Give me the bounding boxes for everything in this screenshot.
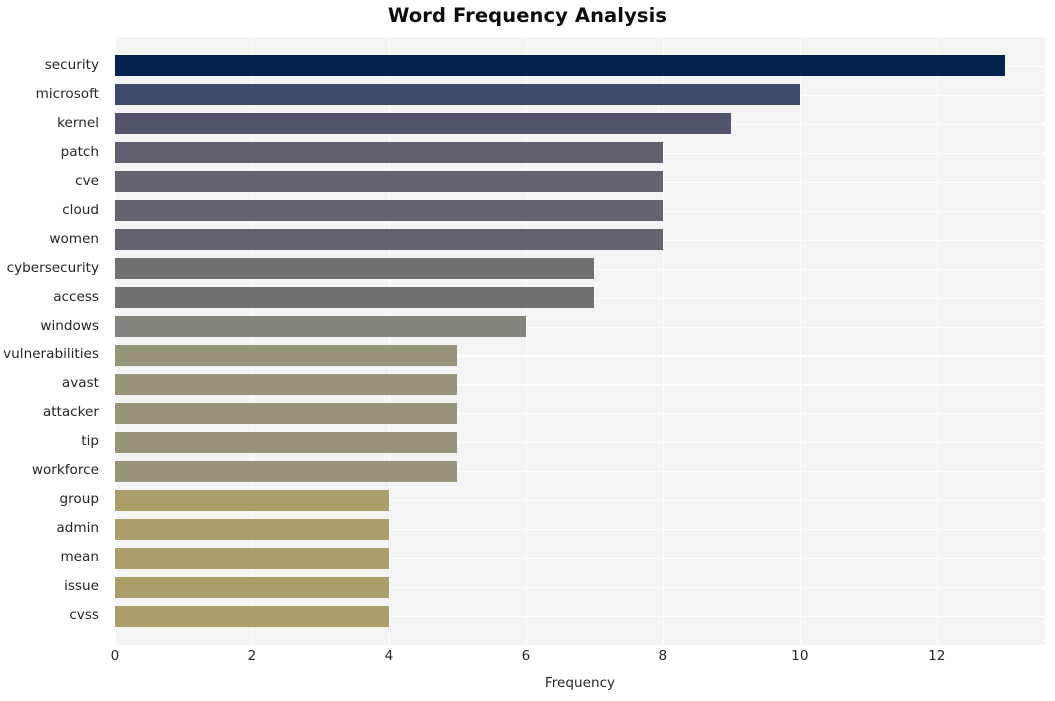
y-axis-tick-label: kernel	[57, 114, 99, 131]
y-axis-tick-label: cve	[75, 172, 99, 189]
x-axis-title: Frequency	[544, 675, 616, 691]
y-axis-tick-label: tip	[81, 433, 99, 450]
y-axis-tick-label: attacker	[42, 404, 99, 421]
bar	[115, 518, 389, 540]
x-axis-tick-label: 8	[658, 648, 668, 664]
x-axis-tick-label: 2	[247, 648, 257, 664]
bar	[115, 171, 663, 193]
y-axis-tick-label: cybersecurity	[6, 259, 99, 276]
y-axis-tick-label: avast	[61, 375, 99, 392]
y-axis-tick-label: workforce	[31, 462, 99, 479]
y-axis-tick-label: mean	[60, 549, 99, 566]
bar	[115, 229, 663, 251]
bar	[115, 373, 458, 395]
bar	[115, 55, 1006, 77]
bar	[115, 84, 800, 106]
bar	[115, 287, 595, 309]
y-axis-tick-label: group	[59, 491, 99, 508]
y-axis-tick-label: patch	[60, 143, 99, 160]
bar	[115, 576, 389, 598]
bar	[115, 142, 663, 164]
y-axis-tick-label: women	[49, 230, 99, 247]
bar	[115, 402, 458, 424]
bar	[115, 489, 389, 511]
y-axis-tick-label: vulnerabilities	[3, 346, 99, 363]
bar	[115, 113, 732, 135]
x-axis-tick-label: 6	[521, 648, 531, 664]
page-title: Word Frequency Analysis	[387, 4, 668, 27]
x-axis-tick-label: 10	[791, 648, 809, 664]
y-axis-tick-label: admin	[56, 520, 99, 537]
y-axis-tick-label: issue	[64, 578, 99, 595]
plot-area	[115, 37, 1045, 645]
bar	[115, 431, 458, 453]
bar	[115, 547, 389, 569]
y-axis-tick-label: microsoft	[35, 85, 99, 102]
bar	[115, 316, 526, 338]
y-axis-tick-label: security	[44, 56, 99, 73]
gridline-vertical	[799, 37, 802, 645]
bar	[115, 258, 595, 280]
bar	[115, 605, 389, 627]
chart-figure: Word Frequency Analysis security microsof…	[0, 0, 1055, 701]
y-axis-tick-label: windows	[40, 317, 99, 334]
y-axis-tick-label: cloud	[62, 201, 99, 218]
gridline-vertical	[936, 37, 938, 645]
y-axis-tick-label: access	[53, 288, 99, 305]
x-axis-tick-label: 12	[928, 648, 946, 664]
x-axis-tick-label: 0	[110, 648, 120, 664]
bar	[115, 344, 458, 366]
bar	[115, 460, 458, 482]
x-axis-tick-label: 4	[384, 648, 394, 664]
bar	[115, 200, 663, 222]
y-axis-tick-label: cvss	[69, 607, 99, 624]
